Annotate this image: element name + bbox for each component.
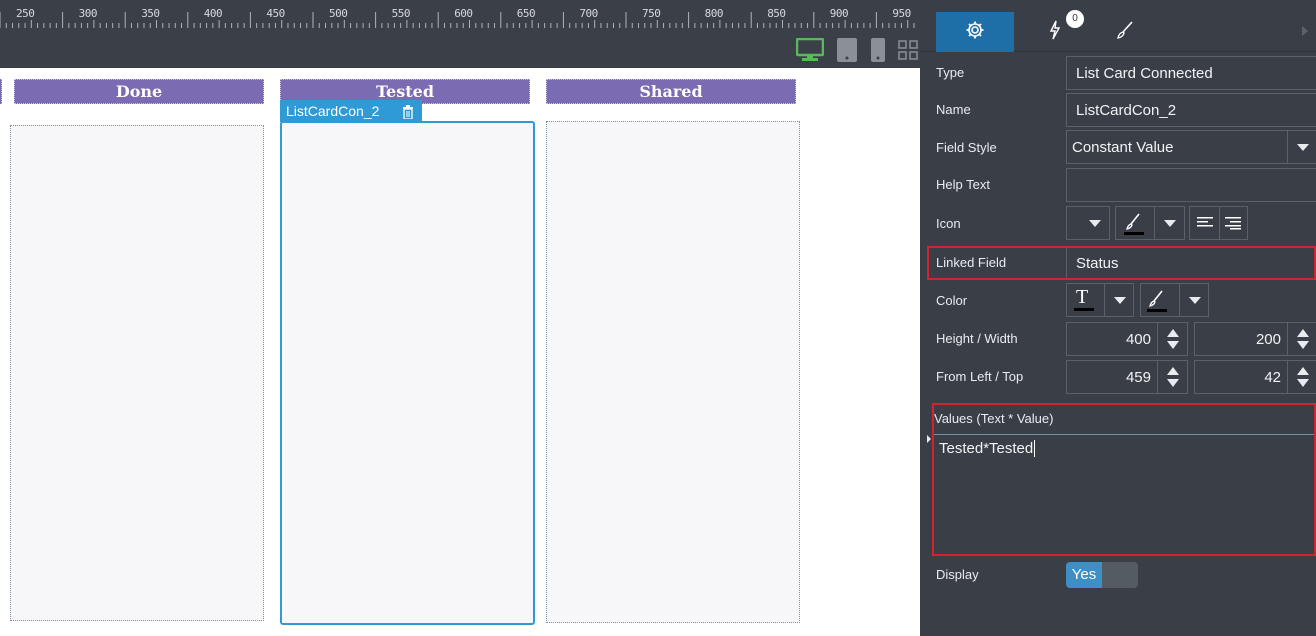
designer-area: 250 300 350 400 450 500 550 600 650 700 750 800 850 9…: [0, 0, 920, 636]
height-width-label: Height / Width: [936, 331, 1018, 346]
list-card-tested[interactable]: [280, 121, 535, 625]
ruler-label: 800: [704, 7, 724, 20]
grid-icon[interactable]: [898, 40, 918, 65]
ruler-label: 350: [141, 7, 160, 20]
brush-icon: [1124, 212, 1144, 241]
chevron-down-icon[interactable]: [1104, 284, 1134, 316]
tab-settings[interactable]: [936, 12, 1014, 52]
name-label: Name: [936, 102, 971, 117]
svg-text:T: T: [1076, 287, 1088, 308]
height-input[interactable]: 400: [1066, 322, 1188, 356]
ruler-label: 250: [16, 7, 35, 20]
field-style-label: Field Style: [936, 140, 997, 155]
ruler-label: 450: [266, 7, 285, 20]
selected-component-name: ListCardCon_2: [286, 103, 380, 119]
display-toggle[interactable]: Yes: [1066, 562, 1138, 588]
ruler-label: 850: [767, 7, 786, 20]
icon-label: Icon: [936, 216, 961, 231]
linked-field-label: Linked Field: [936, 255, 1007, 270]
type-label: Type: [936, 65, 965, 80]
from-left-top-label: From Left / Top: [936, 369, 1024, 384]
top-input[interactable]: 42: [1194, 360, 1316, 394]
values-label: Values (Text * Value): [934, 411, 1054, 426]
ruler-label: 650: [516, 7, 536, 20]
ruler-label: 500: [329, 7, 348, 20]
width-input[interactable]: 200: [1194, 322, 1316, 356]
name-input[interactable]: ListCardCon_2: [1066, 93, 1316, 127]
left-spinner[interactable]: [1157, 361, 1187, 393]
height-value: 400: [1125, 331, 1151, 348]
left-input[interactable]: 459: [1066, 360, 1188, 394]
design-canvas: Done Tested Shared ListCardCon_2: [0, 68, 920, 636]
lightning-icon: [1048, 20, 1062, 45]
background-color-button[interactable]: [1140, 283, 1209, 317]
field-style-select[interactable]: Constant Value: [1066, 130, 1316, 164]
chevron-down-icon[interactable]: [1287, 131, 1316, 163]
color-label: Color: [936, 293, 968, 308]
horizontal-ruler: 250 300 350 400 450 500 550 600 650 700 750 800 850 9…: [0, 0, 920, 28]
caret-right-icon: [927, 435, 931, 443]
text-color-icon: T: [1073, 286, 1095, 318]
selected-component-label[interactable]: ListCardCon_2: [280, 100, 422, 122]
linked-field-input[interactable]: Status: [1066, 248, 1312, 278]
ruler-label: 300: [78, 7, 98, 20]
list-card-done[interactable]: [10, 125, 264, 621]
phone-icon[interactable]: [871, 38, 885, 67]
brush-icon: [1147, 289, 1167, 318]
values-text: Tested*Tested: [939, 440, 1036, 457]
help-text-label: Help Text: [936, 177, 990, 192]
list-card-shared[interactable]: [546, 121, 800, 623]
ruler-label: 750: [642, 7, 661, 20]
ruler-label: 600: [454, 7, 473, 20]
ruler-label: 900: [829, 7, 849, 20]
desktop-icon[interactable]: [795, 37, 825, 67]
properties-panel: 0 Type List Card Connected Name ListCard…: [920, 0, 1316, 636]
ruler-label: 700: [579, 7, 598, 20]
gear-icon: [965, 20, 985, 45]
icon-color-button[interactable]: [1115, 206, 1185, 240]
ruler-label: 550: [391, 7, 411, 20]
panel-tabs: 0: [920, 0, 1316, 52]
trash-icon[interactable]: [402, 103, 414, 125]
tab-events[interactable]: 0: [1024, 10, 1102, 52]
tab-style[interactable]: [1096, 12, 1154, 52]
help-text-input[interactable]: [1066, 168, 1316, 202]
left-value: 459: [1125, 369, 1151, 386]
display-toggle-value: Yes: [1066, 562, 1102, 588]
chevron-down-icon: [1089, 219, 1101, 227]
text-color-button[interactable]: T: [1066, 283, 1134, 317]
chevron-down-icon[interactable]: [1154, 207, 1184, 239]
field-style-value: Constant Value: [1072, 138, 1174, 156]
width-value: 200: [1255, 331, 1281, 348]
tab-scroll-right-icon[interactable]: [1302, 26, 1308, 36]
icon-align-group: [1189, 206, 1248, 240]
events-count-badge: 0: [1066, 10, 1084, 28]
values-textarea[interactable]: Tested*Tested: [934, 434, 1314, 554]
column-header-shared[interactable]: Shared: [546, 79, 796, 104]
ruler-label: 400: [203, 7, 223, 20]
ruler-label: 950: [892, 7, 911, 20]
height-spinner[interactable]: [1157, 323, 1187, 355]
device-toolbar: [0, 28, 920, 68]
chevron-down-icon[interactable]: [1179, 284, 1209, 316]
display-label: Display: [936, 567, 979, 582]
align-left-icon[interactable]: [1197, 216, 1213, 235]
column-header-done[interactable]: Done: [14, 79, 264, 104]
top-spinner[interactable]: [1287, 361, 1316, 393]
brush-icon: [1115, 20, 1135, 45]
width-spinner[interactable]: [1287, 323, 1316, 355]
align-right-icon[interactable]: [1225, 216, 1241, 235]
type-field[interactable]: List Card Connected: [1066, 56, 1316, 90]
column-header-partial: [0, 79, 2, 104]
icon-picker-dropdown[interactable]: [1066, 206, 1110, 240]
top-value: 42: [1264, 369, 1281, 386]
tablet-icon[interactable]: [836, 38, 858, 67]
